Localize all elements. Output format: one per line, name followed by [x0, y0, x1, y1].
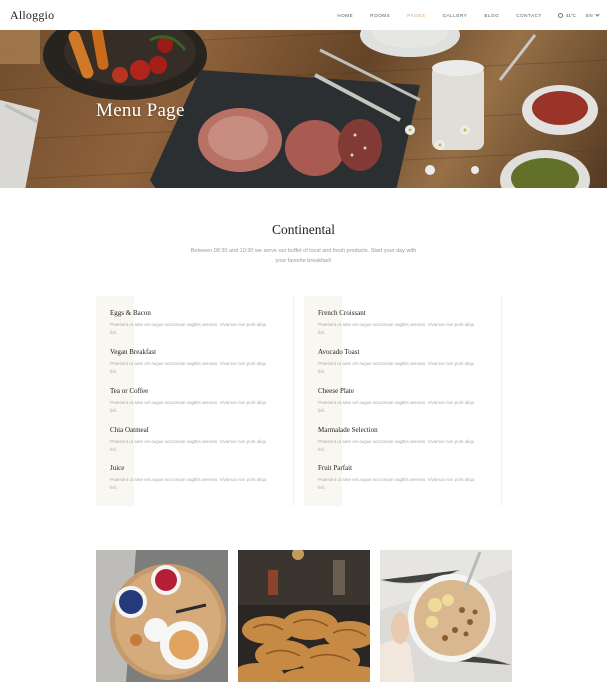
main-nav: HOME ROOMS PAGES GALLERY BLOG CONTACT 41…: [320, 0, 600, 30]
menu-item-description: Praesent ut ante vel augue accumsan sagi…: [110, 400, 267, 413]
menu-item-name: Fruit Parfait: [318, 464, 353, 472]
breakfast-tray-image: [96, 550, 228, 682]
column-divider: [293, 296, 294, 506]
site-header: Alloggio HOME ROOMS PAGES GALLERY BLOG C…: [0, 0, 607, 30]
menu-item-name: Vegan Breakfast: [110, 348, 157, 356]
sun-icon: [557, 12, 563, 18]
menu-item: Juice Praesent ut ante vel augue accumsa…: [110, 464, 280, 492]
menu-item-name: Marmalade Selection: [318, 426, 378, 434]
column-divider: [501, 296, 502, 506]
menu-item-name: Avocado Toast: [318, 348, 360, 356]
menu-item: Chia Oatmeal Praesent ut ante vel augue …: [110, 426, 280, 454]
section-intro: Between 08:30 and 10:30 we serve our buf…: [190, 248, 417, 264]
nav-item-home[interactable]: HOME: [337, 13, 353, 18]
language-selector[interactable]: EN: [585, 11, 600, 18]
page-title: Menu Page: [96, 100, 185, 121]
menu-item: Marmalade Selection Praesent ut ante vel…: [318, 426, 488, 454]
menu-item-name: Cheese Plate: [318, 387, 354, 395]
chevron-down-icon: [595, 11, 600, 17]
menu-item: Vegan Breakfast Praesent ut ante vel aug…: [110, 348, 280, 376]
language-label: EN: [585, 12, 593, 18]
oatmeal-bowl-image: [380, 550, 512, 682]
menu-item-description: Praesent ut ante vel augue accumsan sagi…: [110, 477, 267, 490]
menu-item-description: Praesent ut ante vel augue accumsan sagi…: [110, 322, 267, 335]
hero-food-illustration: [0, 30, 607, 188]
menu-item-description: Praesent ut ante vel augue accumsan sagi…: [110, 361, 267, 374]
gallery-photo-oatmeal[interactable]: [380, 550, 512, 682]
menu-column-left: Eggs & Bacon Praesent ut ante vel augue …: [96, 296, 294, 506]
site-logo[interactable]: Alloggio: [10, 8, 54, 23]
nav-item-pages[interactable]: PAGES: [407, 13, 425, 18]
menu-item-name: Eggs & Bacon: [110, 309, 151, 317]
menu-item-name: Chia Oatmeal: [110, 426, 149, 434]
menu-item: Avocado Toast Praesent ut ante vel augue…: [318, 348, 488, 376]
weather-temperature: 41°C: [565, 12, 576, 18]
menu-item: Tea or Coffee Praesent ut ante vel augue…: [110, 387, 280, 415]
nav-item-contact[interactable]: CONTACT: [516, 13, 542, 18]
menu-item-description: Praesent ut ante vel augue accumsan sagi…: [318, 477, 475, 490]
weather-widget: 41°C: [557, 12, 576, 18]
nav-item-rooms[interactable]: ROOMS: [370, 13, 390, 18]
menu-item-description: Praesent ut ante vel augue accumsan sagi…: [318, 322, 475, 335]
menu-item-name: French Croissant: [318, 309, 366, 317]
menu-item: Cheese Plate Praesent ut ante vel augue …: [318, 387, 488, 415]
menu-item: Eggs & Bacon Praesent ut ante vel augue …: [110, 309, 280, 337]
menu-item-description: Praesent ut ante vel augue accumsan sagi…: [318, 400, 475, 413]
menu-item-description: Praesent ut ante vel augue accumsan sagi…: [110, 439, 267, 452]
menu-item-name: Tea or Coffee: [110, 387, 149, 395]
section-title: Continental: [272, 222, 335, 237]
gallery-photo-croissants[interactable]: [238, 550, 370, 682]
croissants-image: [238, 550, 370, 682]
nav-item-blog[interactable]: BLOG: [484, 13, 499, 18]
menu-item-description: Praesent ut ante vel augue accumsan sagi…: [318, 439, 475, 452]
menu-column-right: French Croissant Praesent ut ante vel au…: [304, 296, 502, 506]
menu-item: Fruit Parfait Praesent ut ante vel augue…: [318, 464, 488, 492]
menu-item-description: Praesent ut ante vel augue accumsan sagi…: [318, 361, 475, 374]
nav-item-gallery[interactable]: GALLERY: [442, 13, 467, 18]
gallery-photo-breakfast-tray[interactable]: [96, 550, 228, 682]
hero-banner: Menu Page: [0, 30, 607, 188]
menu-item-name: Juice: [110, 464, 125, 472]
menu-item: French Croissant Praesent ut ante vel au…: [318, 309, 488, 337]
